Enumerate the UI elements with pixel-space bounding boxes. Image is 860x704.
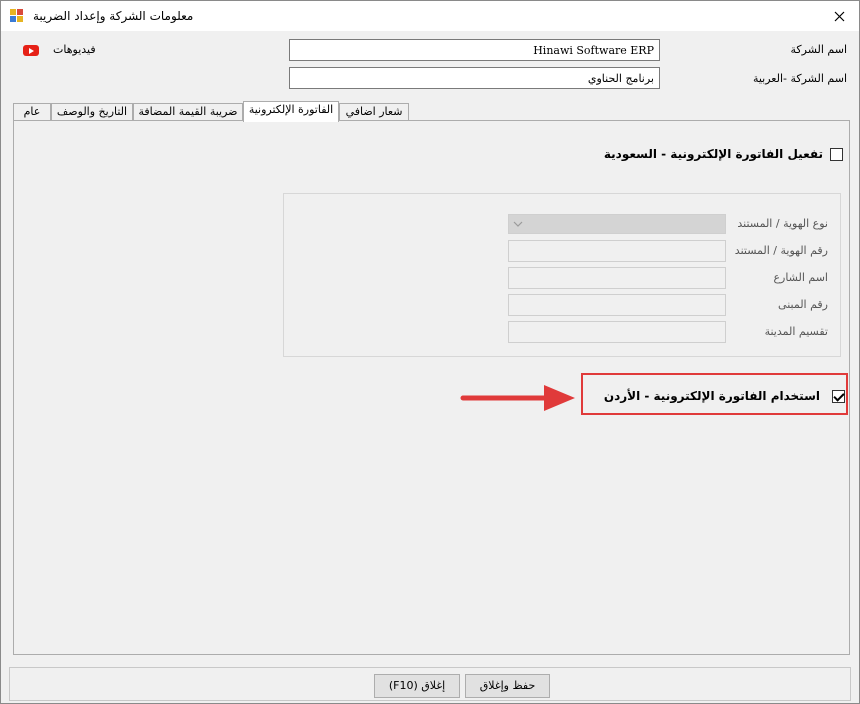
tab-general[interactable]: عام [13, 103, 51, 121]
company-header: فيديوهات اسم الشركة اسم الشركة -العربية [1, 31, 859, 97]
close-window-button[interactable] [825, 5, 853, 27]
tab-vat[interactable]: ضريبة القيمة المضافة [133, 103, 243, 121]
footer-bar: إغلاق (F10) حفظ وإغلاق [9, 667, 851, 701]
close-icon [834, 11, 844, 21]
jordan-highlight-box: استخدام الفاتورة الإلكترونية - الأردن [581, 373, 848, 415]
company-name-arabic-input[interactable] [289, 67, 660, 89]
company-name-label: اسم الشركة [790, 43, 847, 56]
company-info-window: معلومات الشركة وإعداد الضريبة فيديوهات ا… [0, 0, 860, 704]
street-name-label: اسم الشارع [773, 271, 828, 284]
tab-extra-logo[interactable]: شعار اضافي [339, 103, 409, 121]
tab-e-invoice[interactable]: الفاتورة الإلكترونية [243, 101, 339, 122]
close-button[interactable]: إغلاق (F10) [374, 674, 460, 698]
jordan-e-invoice-checkbox[interactable] [832, 390, 845, 403]
app-icon [10, 9, 23, 22]
videos-label: فيديوهات [53, 43, 96, 56]
e-invoice-panel: تفعيل الفاتورة الإلكترونية - السعودية نو… [13, 120, 850, 655]
title-bar: معلومات الشركة وإعداد الضريبة [1, 1, 859, 31]
youtube-icon [23, 45, 39, 56]
tab-date-description-label: التاريخ والوصف [56, 105, 128, 118]
tab-e-invoice-label: الفاتورة الإلكترونية [248, 103, 334, 116]
window-title: معلومات الشركة وإعداد الضريبة [33, 9, 194, 23]
tab-extra-logo-label: شعار اضافي [345, 105, 403, 118]
chevron-down-icon [513, 221, 523, 227]
id-type-select[interactable] [508, 214, 726, 234]
city-subdivision-input[interactable] [508, 321, 726, 343]
tab-vat-label: ضريبة القيمة المضافة [138, 105, 238, 118]
id-type-label: نوع الهوية / المستند [737, 217, 828, 230]
saudi-e-invoice-checkbox[interactable] [830, 148, 843, 161]
company-name-arabic-label: اسم الشركة -العربية [752, 72, 847, 85]
saudi-e-invoice-label: تفعيل الفاتورة الإلكترونية - السعودية [603, 147, 823, 161]
id-number-label: رقم الهوية / المستند [734, 244, 828, 257]
city-subdivision-label: تقسيم المدينة [764, 325, 828, 338]
street-name-input[interactable] [508, 267, 726, 289]
tab-date-description[interactable]: التاريخ والوصف [51, 103, 133, 121]
saudi-fields-group: نوع الهوية / المستند رقم الهوية / المستن… [283, 193, 841, 357]
tab-general-label: عام [23, 105, 41, 118]
jordan-e-invoice-label: استخدام الفاتورة الإلكترونية - الأردن [603, 389, 820, 403]
id-number-input[interactable] [508, 240, 726, 262]
company-name-input[interactable] [289, 39, 660, 61]
building-number-label: رقم المبنى [778, 298, 828, 311]
building-number-input[interactable] [508, 294, 726, 316]
arrow-right-icon [460, 385, 575, 411]
save-close-button[interactable]: حفظ وإغلاق [465, 674, 550, 698]
